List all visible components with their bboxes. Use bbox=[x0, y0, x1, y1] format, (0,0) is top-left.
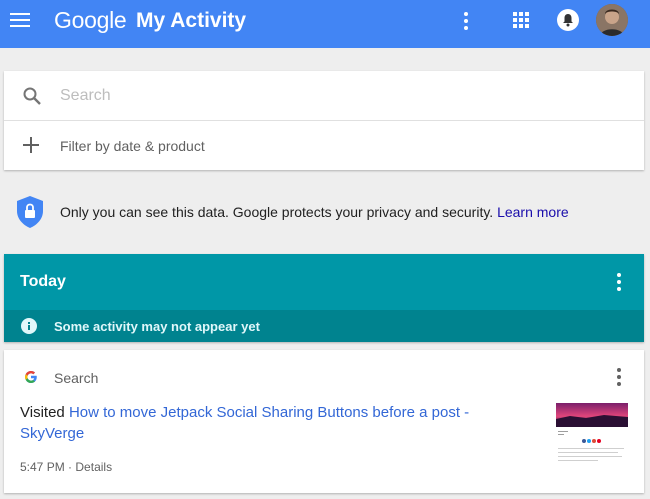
day-title: Today bbox=[20, 273, 66, 290]
search-input[interactable] bbox=[60, 81, 620, 111]
info-icon bbox=[21, 318, 37, 334]
activity-description: Visited How to move Jetpack Social Shari… bbox=[20, 404, 470, 442]
activity-item: Search Visited How to move Jetpack Socia… bbox=[4, 350, 644, 493]
day-group-today: Today Some activity may not appear yet bbox=[4, 254, 644, 342]
plus-icon bbox=[23, 137, 39, 153]
activity-notice: Some activity may not appear yet bbox=[4, 310, 644, 342]
apps-grid-icon[interactable] bbox=[513, 12, 529, 28]
app-bar: Google My Activity bbox=[0, 0, 650, 48]
page-title: My Activity bbox=[136, 9, 247, 32]
filter-label: Filter by date & product bbox=[60, 138, 205, 154]
search-icon bbox=[23, 87, 41, 105]
details-link[interactable]: Details bbox=[75, 460, 112, 474]
more-vert-icon[interactable] bbox=[611, 366, 627, 388]
filter-button[interactable]: Filter by date & product bbox=[4, 122, 644, 170]
activity-meta: 5:47 PM · Details bbox=[20, 460, 113, 474]
more-vert-icon[interactable] bbox=[611, 271, 627, 293]
privacy-text: Only you can see this data. Google prote… bbox=[60, 204, 569, 220]
search-card: Filter by date & product bbox=[4, 71, 644, 170]
menu-icon[interactable] bbox=[10, 13, 30, 29]
notifications-icon[interactable] bbox=[557, 9, 579, 31]
google-logo: Google bbox=[54, 7, 127, 33]
more-vert-icon[interactable] bbox=[458, 10, 474, 32]
google-g-icon bbox=[25, 371, 37, 383]
day-header: Today bbox=[4, 254, 644, 310]
learn-more-link[interactable]: Learn more bbox=[497, 204, 569, 220]
product-label: Search bbox=[54, 370, 99, 386]
shield-lock-icon bbox=[17, 196, 43, 228]
account-avatar[interactable] bbox=[596, 4, 628, 36]
page-thumbnail[interactable] bbox=[556, 403, 628, 467]
privacy-notice: Only you can see this data. Google prote… bbox=[15, 195, 635, 229]
search-bar bbox=[4, 71, 644, 121]
notice-text: Some activity may not appear yet bbox=[54, 319, 260, 334]
activity-time: 5:47 PM bbox=[20, 460, 65, 474]
visited-page-link[interactable]: How to move Jetpack Social Sharing Butto… bbox=[20, 404, 469, 442]
